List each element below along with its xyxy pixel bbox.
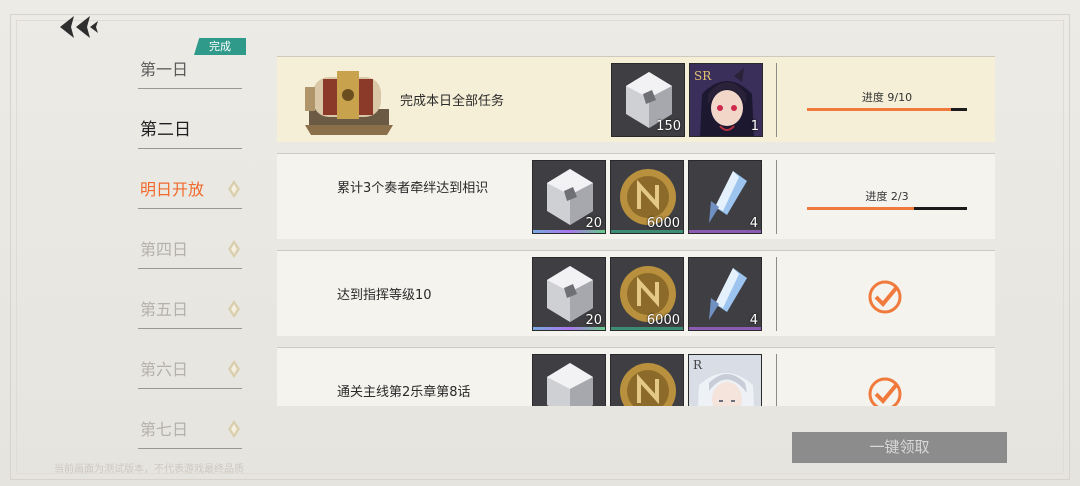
reward-count: 4 <box>749 313 758 328</box>
progress-bar <box>807 108 967 111</box>
day-tab-3[interactable]: 明日开放 <box>138 168 242 209</box>
lock-icon <box>228 180 240 198</box>
lock-icon <box>228 300 240 318</box>
progress-bar <box>807 207 967 210</box>
reward-tile[interactable]: 150 <box>611 63 685 137</box>
reward-tile[interactable]: 20 <box>532 160 606 234</box>
reward-count: 1 <box>750 119 759 134</box>
day-label: 第六日 <box>140 360 189 379</box>
svg-text:SR: SR <box>694 69 712 83</box>
reward-tile[interactable]: 20 <box>532 257 606 331</box>
day-label: 第五日 <box>140 300 189 319</box>
divider <box>776 63 777 137</box>
crystal-icon <box>547 363 593 406</box>
day-label: 第四日 <box>140 240 189 259</box>
day-tab-1[interactable]: 第一日 <box>138 48 242 89</box>
treasure-chest-icon <box>305 71 393 135</box>
day-tab-7[interactable]: 第七日 <box>138 408 242 449</box>
reward-count: 20 <box>585 216 602 231</box>
reward-tile[interactable]: 6000 <box>610 160 684 234</box>
rarity-bar <box>533 327 605 330</box>
task-description: 达到指挥等级10 <box>337 288 432 303</box>
reward-count: 150 <box>656 119 681 134</box>
day-tab-6[interactable]: 第六日 <box>138 348 242 389</box>
rarity-bar <box>611 327 683 330</box>
day-tab-2[interactable]: 第二日 <box>138 108 242 149</box>
checkmark-icon[interactable] <box>867 279 903 315</box>
reward-count: 20 <box>585 313 602 328</box>
reward-count: 6000 <box>646 313 680 328</box>
rarity-bar <box>689 327 761 330</box>
r-character-portrait: R <box>689 355 761 406</box>
reward-count: 4 <box>749 216 758 231</box>
reward-tile[interactable]: 4 <box>688 257 762 331</box>
task-row: 完成本日全部任务 150 SR 1 进度 9/10 <box>277 56 995 142</box>
progress-fill <box>807 108 951 111</box>
day-label: 第二日 <box>140 120 191 140</box>
coin-icon <box>620 363 676 406</box>
rarity-bar <box>689 230 761 233</box>
progress-block: 进度 2/3 <box>807 188 967 210</box>
reward-count: 6000 <box>646 216 680 231</box>
divider <box>776 257 777 331</box>
lock-icon <box>228 240 240 258</box>
task-row: 通关主线第2乐章第8话 R <box>277 347 995 406</box>
reward-tile[interactable] <box>532 354 606 406</box>
progress-text: 进度 9/10 <box>861 91 913 104</box>
claim-all-button[interactable]: 一键领取 <box>792 432 1007 463</box>
reward-tile[interactable] <box>610 354 684 406</box>
lock-icon <box>228 360 240 378</box>
task-description: 累计3个奏者牵绊达到相识 <box>337 181 489 196</box>
reward-tile[interactable]: 6000 <box>610 257 684 331</box>
divider <box>776 160 777 234</box>
checkmark-icon[interactable] <box>867 376 903 406</box>
day-label: 明日开放 <box>140 180 205 199</box>
lock-icon <box>228 420 240 438</box>
progress-block: 进度 9/10 <box>807 89 967 111</box>
task-description: 完成本日全部任务 <box>400 94 505 109</box>
day-label: 第一日 <box>140 60 189 79</box>
task-row: 累计3个奏者牵绊达到相识 20 6000 4 进度 2/3 <box>277 153 995 239</box>
day-label: 第七日 <box>140 420 189 439</box>
task-list[interactable]: 完成本日全部任务 150 SR 1 进度 9/10 累计3个奏者牵绊达到相识 2… <box>277 56 995 406</box>
rarity-bar <box>533 230 605 233</box>
back-arrow-icon <box>60 16 98 38</box>
day-tab-4[interactable]: 第四日 <box>138 228 242 269</box>
test-version-disclaimer: 当前画面为测试版本，不代表游戏最终品质 <box>54 464 244 475</box>
back-button[interactable] <box>58 12 102 42</box>
progress-fill <box>807 207 914 210</box>
reward-tile[interactable]: 4 <box>688 160 762 234</box>
day-sidebar: 完成 第一日 第二日 明日开放 第四日 第五日 第六日 第七日 <box>130 38 250 470</box>
progress-text: 进度 2/3 <box>865 190 909 203</box>
svg-text:R: R <box>693 358 703 372</box>
reward-tile[interactable]: SR 1 <box>689 63 763 137</box>
day-tab-5[interactable]: 第五日 <box>138 288 242 329</box>
rarity-bar <box>611 230 683 233</box>
reward-tile[interactable]: R <box>688 354 762 406</box>
task-description: 通关主线第2乐章第8话 <box>337 385 471 400</box>
divider <box>776 354 777 406</box>
task-row: 达到指挥等级10 20 6000 4 <box>277 250 995 336</box>
